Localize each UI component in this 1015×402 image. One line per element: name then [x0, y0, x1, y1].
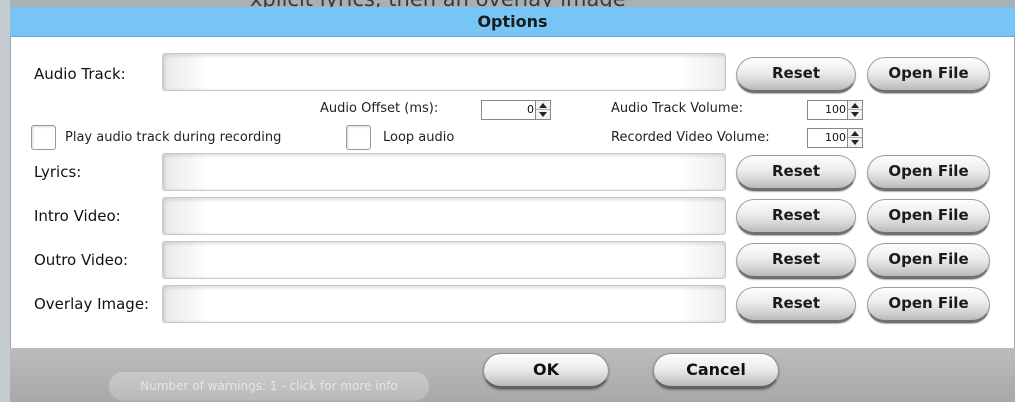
- outro-video-reset-button[interactable]: Reset: [736, 243, 856, 279]
- audio-track-volume-label: Audio Track Volume:: [611, 101, 743, 116]
- audio-offset-value: 0: [527, 103, 534, 116]
- spin-down-icon[interactable]: [848, 110, 862, 119]
- play-during-recording-label: Play audio track during recording: [65, 130, 282, 145]
- intro-video-label: Intro Video:: [34, 207, 121, 225]
- warnings-button[interactable]: Number of warnings: 1 - click for more i…: [108, 371, 430, 401]
- outro-video-field[interactable]: [162, 241, 726, 279]
- cancel-button[interactable]: Cancel: [653, 353, 779, 389]
- intro-video-field[interactable]: [162, 197, 726, 235]
- audio-track-volume-value: 100: [825, 103, 846, 116]
- overlay-image-open-file-button[interactable]: Open File: [867, 287, 990, 323]
- overlay-image-label: Overlay Image:: [34, 295, 150, 313]
- spin-down-icon[interactable]: [848, 138, 862, 147]
- loop-audio-checkbox[interactable]: [346, 125, 371, 150]
- recorded-video-volume-label: Recorded Video Volume:: [611, 130, 770, 145]
- background-app-edge: [0, 0, 10, 402]
- audio-track-label: Audio Track:: [34, 65, 126, 83]
- spin-up-icon[interactable]: [848, 129, 862, 138]
- overlay-image-field[interactable]: [162, 285, 726, 323]
- audio-track-field[interactable]: [162, 53, 726, 91]
- lyrics-field[interactable]: [162, 153, 726, 191]
- outro-video-label: Outro Video:: [34, 251, 129, 269]
- audio-offset-label: Audio Offset (ms):: [320, 101, 439, 116]
- lyrics-reset-button[interactable]: Reset: [736, 155, 856, 191]
- lyrics-label: Lyrics:: [34, 163, 82, 181]
- outro-video-open-file-button[interactable]: Open File: [867, 243, 990, 279]
- audio-track-reset-button[interactable]: Reset: [736, 57, 856, 93]
- intro-video-open-file-button[interactable]: Open File: [867, 199, 990, 235]
- intro-video-reset-button[interactable]: Reset: [736, 199, 856, 235]
- loop-audio-label: Loop audio: [383, 130, 455, 145]
- dialog-footer: Number of warnings: 1 - click for more i…: [10, 348, 1015, 402]
- spin-up-icon[interactable]: [848, 101, 862, 110]
- audio-track-open-file-button[interactable]: Open File: [867, 57, 990, 93]
- ok-button[interactable]: OK: [483, 353, 609, 389]
- recorded-video-volume-spinner[interactable]: 100: [807, 128, 863, 148]
- spin-down-icon[interactable]: [536, 110, 550, 119]
- play-during-recording-checkbox[interactable]: [31, 125, 56, 150]
- options-body: Audio Track: Reset Open File Audio Offse…: [10, 37, 1015, 348]
- overlay-image-reset-button[interactable]: Reset: [736, 287, 856, 323]
- lyrics-open-file-button[interactable]: Open File: [867, 155, 990, 191]
- audio-track-volume-spinner[interactable]: 100: [807, 100, 863, 120]
- dialog-title: Options: [10, 7, 1015, 37]
- options-dialog: Options Audio Track: Reset Open File Aud…: [10, 7, 1015, 402]
- spin-up-icon[interactable]: [536, 101, 550, 110]
- audio-offset-spinner[interactable]: 0: [481, 100, 551, 120]
- recorded-video-volume-value: 100: [825, 131, 846, 144]
